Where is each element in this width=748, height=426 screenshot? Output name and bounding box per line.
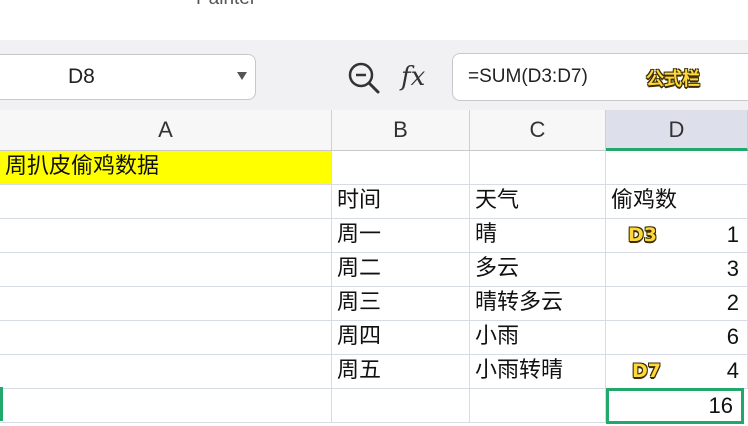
- cell-c1[interactable]: [470, 151, 606, 185]
- cell-c8[interactable]: [470, 389, 606, 423]
- formula-bar: D8 fx =SUM(D3:D7): [0, 40, 748, 111]
- header-weather[interactable]: 天气: [470, 185, 606, 219]
- format-painter-label[interactable]: Painter: [196, 0, 256, 10]
- d7-annotation: D7: [632, 360, 661, 382]
- cell-a7[interactable]: [0, 355, 332, 389]
- name-box[interactable]: D8: [0, 54, 256, 100]
- row-weather[interactable]: 晴转多云: [470, 287, 606, 321]
- total-cell[interactable]: 16: [606, 388, 744, 424]
- ribbon: Painter: [0, 0, 748, 40]
- row-weather[interactable]: 小雨: [470, 321, 606, 355]
- formula-input[interactable]: =SUM(D3:D7): [452, 53, 748, 101]
- function-icon[interactable]: fx: [401, 62, 425, 92]
- header-count[interactable]: 偷鸡数: [606, 185, 748, 219]
- dropdown-arrow-icon[interactable]: [237, 72, 247, 80]
- cell-a4[interactable]: [0, 253, 332, 287]
- header-time[interactable]: 时间: [332, 185, 470, 219]
- cell-reference: D8: [68, 65, 95, 88]
- cell-b8[interactable]: [332, 389, 470, 423]
- row-time[interactable]: 周五: [332, 355, 470, 389]
- cell-a2[interactable]: [0, 185, 332, 219]
- row-time[interactable]: 周四: [332, 321, 470, 355]
- row-count[interactable]: 6: [606, 321, 748, 355]
- title-cell[interactable]: 周扒皮偷鸡数据: [0, 151, 332, 185]
- cell-a3[interactable]: [0, 219, 332, 253]
- cell-a5[interactable]: [0, 287, 332, 321]
- cell-d1[interactable]: [606, 151, 748, 185]
- row-time[interactable]: 周二: [332, 253, 470, 287]
- row-time[interactable]: 周一: [332, 219, 470, 253]
- cell-b1[interactable]: [332, 151, 470, 185]
- formula-bar-annotation: 公式栏: [646, 69, 700, 90]
- d3-annotation: D3: [628, 224, 657, 246]
- row-count[interactable]: 4: [606, 355, 748, 389]
- column-header-d[interactable]: D: [606, 110, 748, 151]
- formula-text: =SUM(D3:D7): [468, 66, 588, 87]
- row-weather[interactable]: 晴: [470, 219, 606, 253]
- row-weather[interactable]: 多云: [470, 253, 606, 287]
- cell-a8[interactable]: [0, 389, 332, 423]
- row-weather[interactable]: 小雨转晴: [470, 355, 606, 389]
- cell-a6[interactable]: [0, 321, 332, 355]
- row-count[interactable]: 3: [606, 253, 748, 287]
- column-header-a[interactable]: A: [0, 110, 332, 151]
- column-header-b[interactable]: B: [332, 110, 470, 151]
- zoom-out-icon[interactable]: [346, 60, 382, 96]
- column-header-c[interactable]: C: [470, 110, 606, 151]
- row-count[interactable]: 2: [606, 287, 748, 321]
- row-time[interactable]: 周三: [332, 287, 470, 321]
